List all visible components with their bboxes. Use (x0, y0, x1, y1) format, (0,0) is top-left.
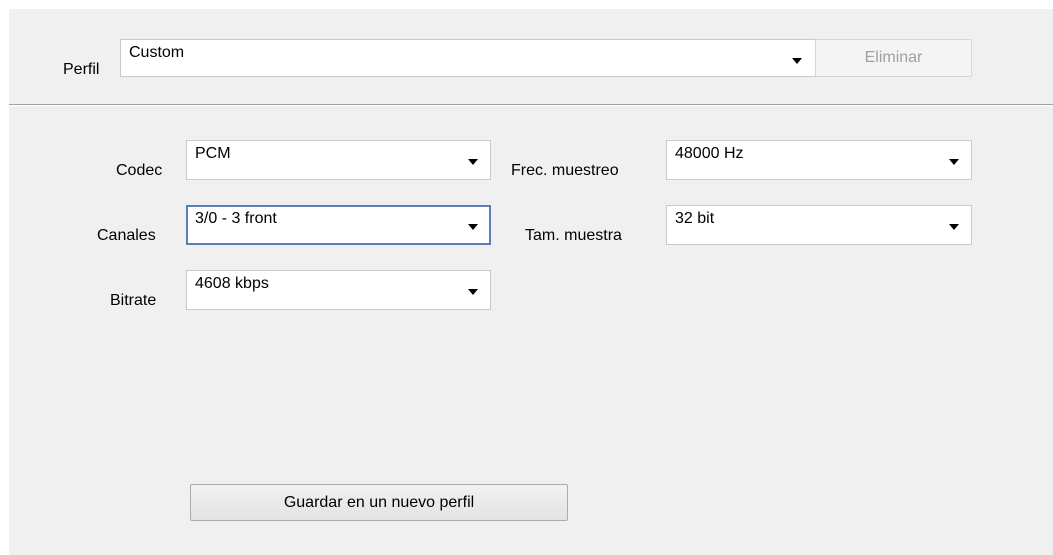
bitrate-label: Bitrate (110, 292, 157, 309)
sample-rate-select-value: 48000 Hz (675, 145, 744, 162)
sample-rate-label: Frec. muestreo (511, 162, 619, 179)
codec-select-value: PCM (195, 145, 231, 162)
chevron-down-icon (792, 58, 802, 64)
chevron-down-icon (949, 224, 959, 230)
channels-select-value: 3/0 - 3 front (195, 210, 277, 227)
delete-profile-button[interactable]: Eliminar (815, 39, 972, 77)
channels-select[interactable]: 3/0 - 3 front (186, 205, 491, 245)
sample-size-select[interactable]: 32 bit (666, 205, 972, 245)
codec-label: Codec (116, 162, 163, 179)
bitrate-select-value: 4608 kbps (195, 275, 269, 292)
save-new-profile-button[interactable]: Guardar en un nuevo perfil (190, 484, 568, 521)
profile-label: Perfil (63, 61, 100, 78)
chevron-down-icon (468, 224, 478, 230)
bitrate-select[interactable]: 4608 kbps (186, 270, 491, 310)
profile-select-value: Custom (129, 44, 185, 61)
sample-size-select-value: 32 bit (675, 210, 715, 227)
audio-settings-panel: Perfil Custom Eliminar Codec PCM Canales… (9, 9, 1053, 555)
channels-label: Canales (97, 227, 156, 244)
chevron-down-icon (949, 159, 959, 165)
profile-select[interactable]: Custom (120, 39, 817, 77)
section-divider (9, 104, 1053, 106)
sample-rate-select[interactable]: 48000 Hz (666, 140, 972, 180)
codec-select[interactable]: PCM (186, 140, 491, 180)
sample-size-label: Tam. muestra (525, 227, 622, 244)
chevron-down-icon (468, 289, 478, 295)
chevron-down-icon (468, 159, 478, 165)
